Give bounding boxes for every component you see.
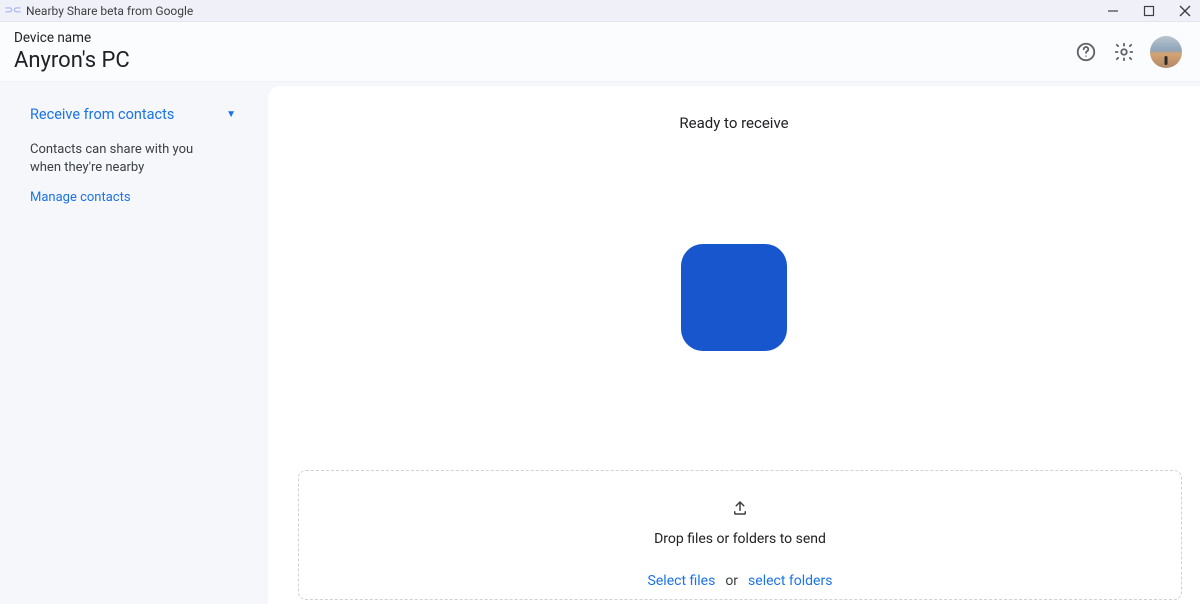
receive-mode-dropdown[interactable]: Receive from contacts ▼ — [30, 106, 238, 123]
receive-mode-description: Contacts can share with you when they're… — [30, 141, 220, 176]
chevron-down-icon: ▼ — [226, 109, 236, 120]
sidebar: Receive from contacts ▼ Contacts can sha… — [0, 82, 268, 604]
maximize-button[interactable] — [1142, 4, 1156, 18]
window-titlebar: ⊃⊂ Nearby Share beta from Google — [0, 0, 1200, 22]
window-title: Nearby Share beta from Google — [26, 4, 193, 18]
main-panel: Ready to receive Drop files or folders t… — [268, 86, 1200, 604]
select-folders-link[interactable]: select folders — [748, 573, 832, 589]
device-name-value: Anyron's PC — [14, 48, 130, 73]
gear-icon[interactable] — [1112, 40, 1136, 64]
drop-instruction: Drop files or folders to send — [654, 531, 826, 547]
window-controls — [1106, 4, 1192, 18]
app-icon: ⊃⊂ — [6, 6, 20, 16]
manage-contacts-link[interactable]: Manage contacts — [30, 190, 238, 205]
upload-icon — [731, 499, 749, 521]
ready-status-label: Ready to receive — [300, 114, 1168, 132]
nearby-share-icon — [681, 244, 787, 351]
close-button[interactable] — [1178, 4, 1192, 18]
file-dropzone[interactable]: Drop files or folders to send Select fil… — [298, 470, 1182, 600]
select-row: Select files or select folders — [648, 573, 833, 589]
select-files-link[interactable]: Select files — [648, 573, 716, 589]
minimize-button[interactable] — [1106, 4, 1120, 18]
device-name-label: Device name — [14, 30, 130, 46]
help-icon[interactable] — [1074, 40, 1098, 64]
receive-mode-label: Receive from contacts — [30, 106, 174, 123]
device-name-block: Device name Anyron's PC — [14, 30, 130, 73]
or-label: or — [725, 573, 738, 589]
app-header: Device name Anyron's PC — [0, 22, 1200, 82]
avatar[interactable] — [1150, 36, 1182, 68]
